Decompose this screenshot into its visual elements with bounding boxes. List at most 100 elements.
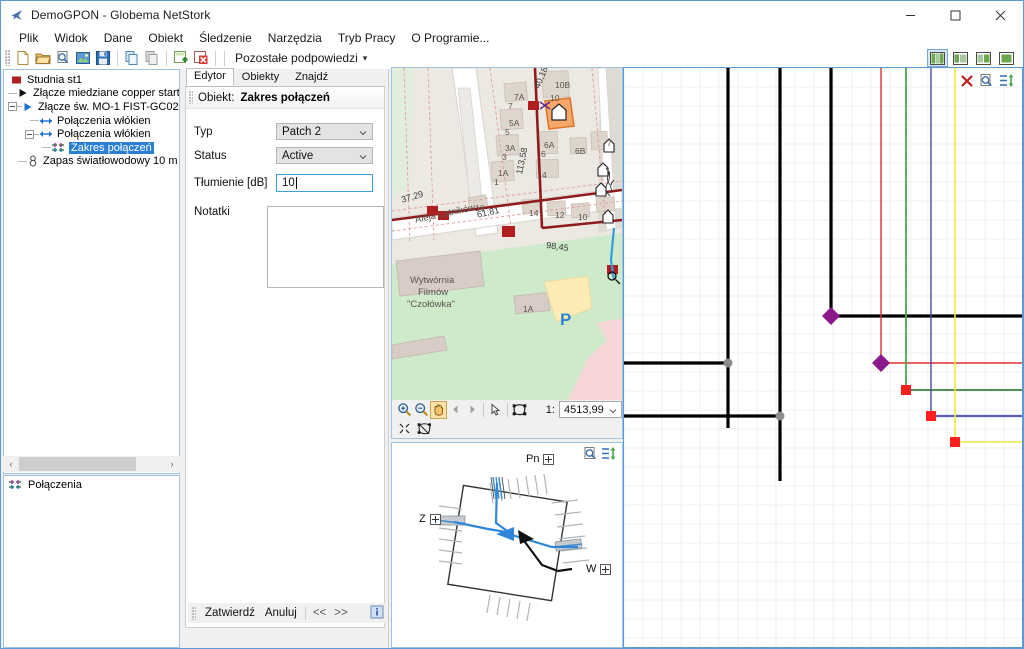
expand-w-icon[interactable] — [600, 563, 612, 575]
layout-3-icon[interactable] — [973, 49, 994, 67]
tab-obiekty[interactable]: Obiekty — [234, 69, 287, 86]
clear-selection-icon[interactable] — [396, 420, 415, 438]
next-extent-icon[interactable] — [464, 401, 481, 419]
layout-2-icon[interactable] — [950, 49, 971, 67]
map-label: 7 — [607, 138, 612, 148]
map-label: 7 — [508, 101, 513, 111]
connection-icon — [39, 116, 53, 126]
network-diagram-panel[interactable] — [623, 67, 1023, 648]
delete-item-icon[interactable] — [191, 48, 211, 68]
map-label: 14 — [529, 208, 539, 218]
scroll-left-arrow-icon[interactable]: ‹ — [3, 456, 19, 472]
diagram-node-diamond[interactable] — [822, 307, 840, 325]
tree-node-studnia[interactable]: Studnia st1 — [8, 73, 179, 87]
menu-item-widok[interactable]: Widok — [46, 30, 95, 46]
hints-dropdown-label[interactable]: Pozostałe podpowiedzi — [235, 51, 358, 65]
zoom-selection-icon[interactable] — [415, 420, 434, 438]
schematic-preview-icon[interactable] — [583, 446, 598, 464]
minimize-icon[interactable] — [888, 1, 933, 29]
new-document-icon[interactable] — [13, 48, 33, 68]
connections-list-panel[interactable]: Połączenia — [3, 475, 180, 648]
map-label: 1 — [494, 177, 499, 187]
tab-znajdz[interactable]: Znajdź — [287, 69, 336, 86]
select-shape-icon[interactable] — [511, 401, 528, 419]
tree-node-polaczenia-wlokien-1[interactable]: Połączenia włókien — [8, 114, 179, 128]
map-panel[interactable]: 40,18 10B 10 7A 7 5A 5 3A 3 1A 1 6A 6 6B 4 7 113,58 37,29… — [391, 67, 623, 439]
layout-4-icon[interactable] — [996, 49, 1017, 67]
list-item[interactable]: Połączenia — [4, 476, 179, 493]
prev-button[interactable]: << — [309, 607, 330, 619]
menu-item-sledzenie[interactable]: Śledzenie — [191, 30, 260, 46]
schematic-sort-icon[interactable] — [601, 446, 618, 464]
diagram-node-circle[interactable] — [775, 411, 785, 421]
tree-node-zapas-swiatlowodowy[interactable]: Zapas światłowodowy 10 m — [8, 155, 179, 169]
net-preview-icon[interactable] — [979, 73, 994, 91]
net-sort-icon[interactable] — [999, 73, 1016, 91]
menu-item-dane[interactable]: Dane — [96, 30, 141, 46]
tree-expander-collapse-icon[interactable] — [8, 102, 17, 112]
tree-node-label: Zakres połączeń — [69, 141, 154, 154]
scroll-right-arrow-icon[interactable]: › — [164, 456, 180, 472]
add-item-icon[interactable] — [171, 48, 191, 68]
status-select[interactable]: Active — [276, 147, 373, 164]
notatki-textarea[interactable] — [267, 206, 384, 288]
window-title: DemoGPON - Globema NetStork — [31, 8, 211, 22]
expand-z-icon[interactable] — [429, 513, 441, 525]
footer-grip[interactable] — [192, 606, 196, 620]
zoom-in-icon[interactable] — [396, 401, 413, 419]
expand-pn-icon[interactable] — [543, 453, 555, 465]
diagram-node-diamond[interactable] — [872, 354, 890, 372]
print-preview-icon[interactable] — [53, 48, 73, 68]
layout-1-icon[interactable] — [927, 49, 948, 67]
tree-node-polaczenia-wlokien-2[interactable]: Połączenia włókien — [8, 127, 179, 141]
save-icon[interactable] — [93, 48, 113, 68]
diagram-node-square[interactable] — [950, 437, 960, 447]
copy-icon[interactable] — [122, 48, 142, 68]
object-tree-panel[interactable]: Studnia st1 Złącze miedziane copper star… — [3, 69, 180, 474]
tree-node-zakres-polaczen[interactable]: Zakres połączeń — [8, 141, 179, 155]
chevron-down-icon[interactable]: ▾ — [363, 53, 368, 64]
map-label: 6 — [541, 149, 546, 159]
cancel-button[interactable]: Anuluj — [260, 607, 302, 619]
menu-item-o-programie[interactable]: O Programie... — [403, 30, 497, 46]
tab-edytor[interactable]: Edytor — [186, 68, 234, 86]
scrollbar-thumb[interactable] — [19, 457, 136, 471]
tree-horizontal-scrollbar[interactable]: ‹ › — [3, 456, 180, 472]
select-arrow-icon[interactable] — [487, 401, 504, 419]
tree-node-zlacze-miedziane[interactable]: Złącze miedziane copper start — [8, 87, 179, 101]
schematic-panel[interactable]: Pn Z W — [391, 442, 623, 648]
zoom-out-icon[interactable] — [413, 401, 430, 419]
diagram-node-square[interactable] — [926, 411, 936, 421]
prev-extent-icon[interactable] — [447, 401, 464, 419]
scale-combobox[interactable]: 4513,99 — [558, 401, 622, 418]
chevron-down-icon — [359, 152, 367, 160]
header-grip[interactable] — [189, 91, 193, 104]
open-folder-icon[interactable] — [33, 48, 53, 68]
typ-select[interactable]: Patch 2 — [276, 123, 373, 140]
title-bar: DemoGPON - Globema NetStork — [1, 1, 1023, 29]
schematic-label-text: W — [586, 563, 597, 575]
next-button[interactable]: >> — [330, 607, 351, 619]
toolbar-grip[interactable] — [5, 50, 10, 66]
close-red-x-icon[interactable] — [960, 74, 974, 91]
scrollbar-track[interactable] — [136, 456, 164, 472]
diagram-node-square[interactable] — [901, 385, 911, 395]
maximize-icon[interactable] — [933, 1, 978, 29]
paste-icon[interactable] — [142, 48, 162, 68]
tree-expander-collapse-icon[interactable] — [25, 129, 34, 139]
menu-item-obiekt[interactable]: Obiekt — [140, 30, 191, 46]
close-icon[interactable] — [978, 1, 1023, 29]
menu-item-narzedzia[interactable]: Narzędzia — [260, 30, 330, 46]
confirm-button[interactable]: Zatwierdź — [200, 607, 260, 619]
map-toolbar-row-1: 1: 4513,99 — [392, 400, 622, 419]
menu-item-plik[interactable]: Plik — [11, 30, 46, 46]
tree-node-zlacze-sw[interactable]: Złącze św. MO-1 FIST-GC02-BC1 — [8, 100, 179, 114]
pan-hand-icon[interactable] — [430, 400, 447, 419]
tlumienie-input[interactable]: 10 — [276, 174, 373, 192]
map-canvas[interactable]: 40,18 10B 10 7A 7 5A 5 3A 3 1A 1 6A 6 6B 4 7 113,58 37,29… — [392, 68, 622, 400]
diagram-node-circle[interactable] — [723, 358, 733, 368]
menu-item-tryb-pracy[interactable]: Tryb Pracy — [330, 30, 404, 46]
map-toolbar-separator — [506, 402, 508, 417]
info-icon[interactable] — [370, 605, 384, 622]
image-icon[interactable] — [73, 48, 93, 68]
